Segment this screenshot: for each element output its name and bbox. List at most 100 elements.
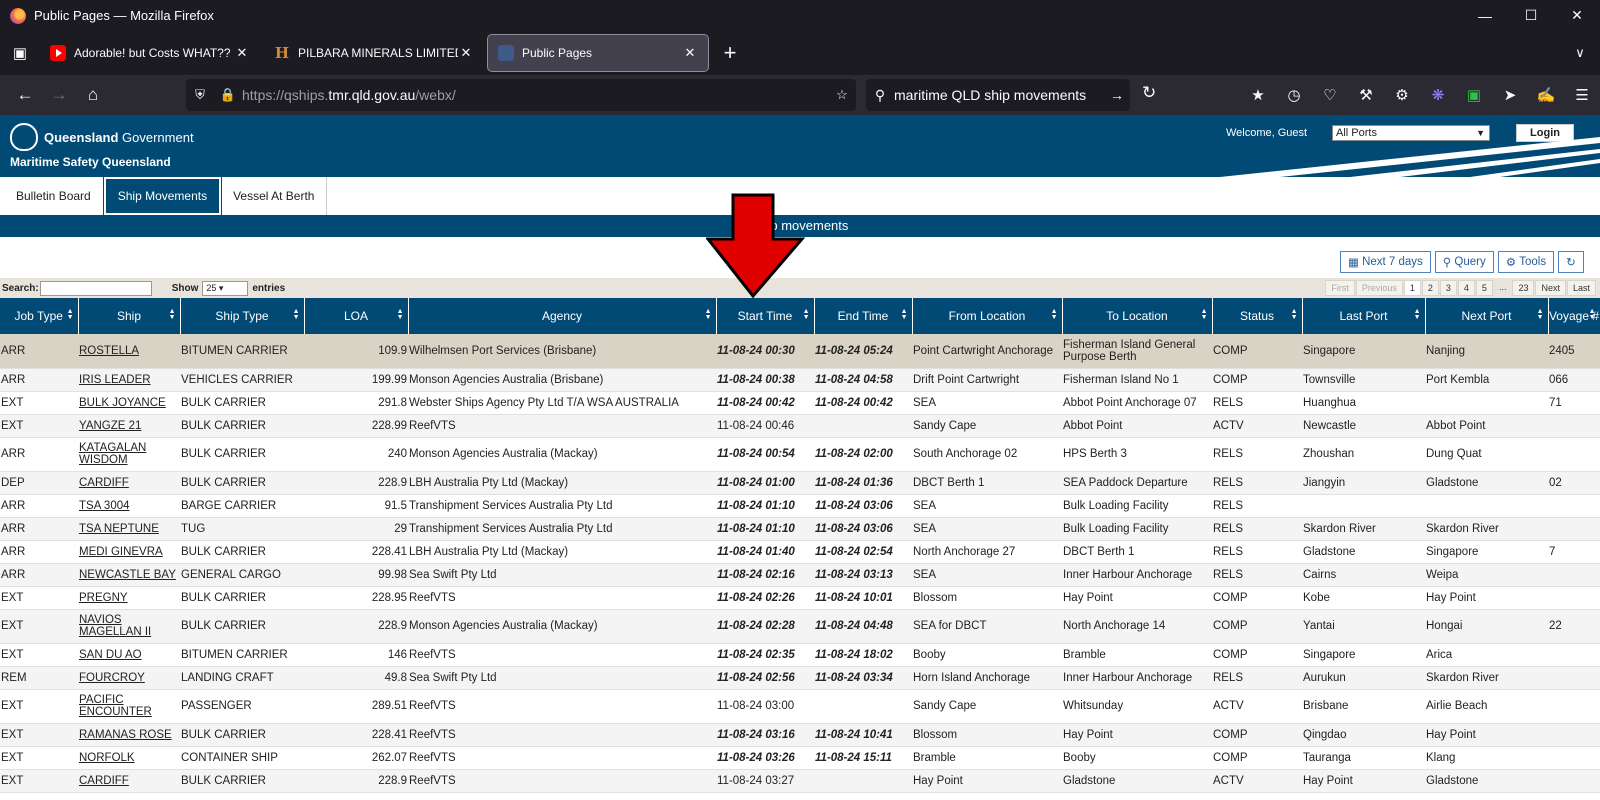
table-row[interactable]: EXT NORFOLK CONTAINER SHIP 262.07 ReefVTS 11-… bbox=[0, 746, 1600, 770]
column-header[interactable]: Ship Type ▲ ▼ bbox=[180, 298, 305, 334]
ship-link[interactable]: NEWCASTLE BAY bbox=[79, 569, 176, 581]
table-row[interactable]: EXT YANGZE 21 BULK CARRIER 228.99 ReefVTS 11-… bbox=[0, 414, 1600, 438]
browser-tab-youtube[interactable]: Adorable! but Costs WHAT?? // ✕ bbox=[40, 35, 260, 71]
page-next[interactable]: Next bbox=[1535, 280, 1566, 296]
column-header[interactable]: From Location ▲ ▼ bbox=[912, 298, 1063, 334]
page-last[interactable]: Last bbox=[1566, 280, 1596, 296]
table-row[interactable]: ARR IRIS LEADER VEHICLES CARRIER 199.99 Mons… bbox=[0, 368, 1600, 392]
column-header[interactable]: Start Time ▲ ▼ bbox=[716, 298, 815, 334]
ship-link[interactable]: MEDI GINEVRA bbox=[79, 546, 163, 558]
table-row[interactable]: ARR KATAGALAN WISDOM BULK CARRIER 240 Monson… bbox=[0, 437, 1600, 472]
sort-icon[interactable]: ▲ ▼ bbox=[901, 308, 908, 321]
sort-icon[interactable]: ▲ ▼ bbox=[293, 308, 300, 321]
table-row[interactable]: ARR TSA NEPTUNE TUG 29 Transhipment Services… bbox=[0, 517, 1600, 541]
extension-purple-icon[interactable]: ❋ bbox=[1420, 81, 1456, 109]
ship-link[interactable]: CARDIFF bbox=[79, 775, 129, 787]
browser-tab-public-pages[interactable]: Public Pages ✕ bbox=[487, 34, 709, 72]
refresh-button[interactable]: ↻ bbox=[1558, 251, 1584, 273]
column-header[interactable]: Ship ▲ ▼ bbox=[78, 298, 181, 334]
ship-link[interactable]: YANGZE 21 bbox=[79, 420, 141, 432]
tab-bulletin-board[interactable]: Bulletin Board bbox=[4, 177, 104, 215]
table-row[interactable]: DEP CARDIFF BULK CARRIER 228.9 LBH Australia… bbox=[0, 471, 1600, 495]
bookmark-star-icon[interactable]: ☆ bbox=[828, 87, 856, 103]
tab-close-icon[interactable]: ✕ bbox=[234, 45, 250, 61]
tools-button[interactable]: ⚙ Tools bbox=[1497, 251, 1555, 273]
ship-link[interactable]: IRIS LEADER bbox=[79, 374, 151, 386]
extension-green-icon[interactable]: ▣ bbox=[1456, 81, 1492, 109]
column-header[interactable]: Next Port ▲ ▼ bbox=[1425, 298, 1549, 334]
ship-link[interactable]: PREGNY bbox=[79, 592, 128, 604]
home-icon[interactable]: ⌂ bbox=[76, 85, 110, 105]
sort-icon[interactable]: ▲ ▼ bbox=[67, 308, 74, 321]
column-header[interactable]: Last Port ▲ ▼ bbox=[1302, 298, 1426, 334]
table-row[interactable]: ARR ROSTELLA BITUMEN CARRIER 109.9 Wilhelmse… bbox=[0, 334, 1600, 369]
tab-ship-movements[interactable]: Ship Movements bbox=[102, 176, 223, 216]
page-1[interactable]: 1 bbox=[1403, 280, 1421, 296]
qld-government-logo[interactable]: Queensland Government bbox=[10, 123, 194, 151]
entries-select[interactable]: 25 ▾ bbox=[202, 280, 249, 296]
table-row[interactable]: EXT CARDIFF BULK CARRIER 228.9 ReefVTS 11-08-… bbox=[0, 769, 1600, 793]
column-header[interactable]: LOA ▲ ▼ bbox=[304, 298, 409, 334]
bookmarks-icon[interactable]: ★ bbox=[1240, 81, 1276, 109]
tab-vessel-at-berth[interactable]: Vessel At Berth bbox=[221, 177, 328, 215]
tab-close-icon[interactable]: ✕ bbox=[458, 45, 474, 61]
pocket-icon[interactable]: ♡ bbox=[1312, 81, 1348, 109]
minimize-icon[interactable]: — bbox=[1462, 0, 1508, 31]
close-window-icon[interactable]: ✕ bbox=[1554, 0, 1600, 31]
next-7-days-button[interactable]: ▦ Next 7 days bbox=[1340, 251, 1431, 273]
page-first[interactable]: First bbox=[1325, 280, 1355, 296]
ship-link[interactable]: ROSTELLA bbox=[79, 345, 139, 357]
wrench-icon[interactable]: ⚒ bbox=[1348, 81, 1384, 109]
page-4[interactable]: 4 bbox=[1457, 280, 1475, 296]
ship-link[interactable]: RAMANAS ROSE bbox=[79, 729, 172, 741]
column-header[interactable]: Agency ▲ ▼ bbox=[408, 298, 717, 334]
list-tabs-chevron-icon[interactable]: ∨ bbox=[1560, 45, 1600, 61]
history-icon[interactable]: ◷ bbox=[1276, 81, 1312, 109]
maximize-icon[interactable]: ☐ bbox=[1508, 0, 1554, 31]
search-bar[interactable]: ⚲ maritime QLD ship movements → bbox=[866, 79, 1130, 111]
column-header[interactable]: Job Type ▲ ▼ bbox=[0, 298, 79, 334]
ship-link[interactable]: CARDIFF bbox=[79, 477, 129, 489]
table-row[interactable]: ARR TSA 3004 BARGE CARRIER 91.5 Transhipment… bbox=[0, 494, 1600, 518]
ship-link[interactable]: KATAGALAN WISDOM bbox=[79, 442, 146, 466]
ship-link[interactable]: NAVIOS MAGELLAN II bbox=[79, 614, 151, 638]
sort-icon[interactable]: ▲ ▼ bbox=[1291, 308, 1298, 321]
shield-icon[interactable]: ⛨ bbox=[186, 87, 214, 103]
table-row[interactable]: EXT PACIFIC ENCOUNTER PASSENGER 289.51 ReefV… bbox=[0, 689, 1600, 724]
extensions-puzzle-icon[interactable]: ✍ bbox=[1528, 81, 1564, 109]
ship-link[interactable]: FOURCROY bbox=[79, 672, 145, 684]
lock-icon[interactable]: 🔒 bbox=[214, 87, 242, 103]
url-text[interactable]: https://qships.tmr.qld.gov.au/webx/ bbox=[242, 87, 828, 103]
table-row[interactable]: EXT BULK JOYANCE BULK CARRIER 291.8 Webster … bbox=[0, 391, 1600, 415]
sort-icon[interactable]: ▲ ▼ bbox=[1537, 308, 1544, 321]
sort-icon[interactable]: ▲ ▼ bbox=[169, 308, 176, 321]
sort-icon[interactable]: ▲ ▼ bbox=[803, 308, 810, 321]
url-bar[interactable]: ⛨ 🔒 https://qships.tmr.qld.gov.au/webx/ … bbox=[186, 79, 856, 111]
tab-overview-icon[interactable]: ▣ bbox=[0, 44, 40, 62]
table-row[interactable]: REM FOURCROY LANDING CRAFT 49.8 Sea Swift Pt… bbox=[0, 666, 1600, 690]
column-header[interactable]: Status ▲ ▼ bbox=[1212, 298, 1303, 334]
page-23[interactable]: 23 bbox=[1512, 280, 1535, 296]
table-row[interactable]: EXT NAVIOS MAGELLAN II BULK CARRIER 228.9 Mo… bbox=[0, 609, 1600, 644]
column-header[interactable]: Voyage # ▲ ▼ bbox=[1548, 298, 1600, 334]
column-header[interactable]: To Location ▲ ▼ bbox=[1062, 298, 1213, 334]
page-5[interactable]: 5 bbox=[1475, 280, 1493, 296]
ship-link[interactable]: SAN DU AO bbox=[79, 649, 142, 661]
page-2[interactable]: 2 bbox=[1421, 280, 1439, 296]
table-row[interactable]: EXT RAMANAS ROSE BULK CARRIER 228.41 ReefVTS… bbox=[0, 723, 1600, 747]
search-go-icon[interactable]: → bbox=[1104, 87, 1130, 103]
table-row[interactable]: EXT PREGNY BULK CARRIER 228.95 ReefVTS 11-08-… bbox=[0, 586, 1600, 610]
sort-icon[interactable]: ▲ ▼ bbox=[705, 308, 712, 321]
sort-icon[interactable]: ▲ ▼ bbox=[1414, 308, 1421, 321]
query-button[interactable]: ⚲ Query bbox=[1434, 251, 1494, 273]
app-menu-icon[interactable]: ☰ bbox=[1564, 81, 1600, 109]
table-search-input[interactable] bbox=[39, 280, 152, 296]
sort-icon[interactable]: ▲ ▼ bbox=[1051, 308, 1058, 321]
page-3[interactable]: 3 bbox=[1439, 280, 1457, 296]
sort-icon[interactable]: ▲ ▼ bbox=[1201, 308, 1208, 321]
column-header[interactable]: End Time ▲ ▼ bbox=[814, 298, 913, 334]
new-tab-icon[interactable]: + bbox=[712, 40, 748, 66]
ship-link[interactable]: TSA 3004 bbox=[79, 500, 130, 512]
search-text[interactable]: maritime QLD ship movements bbox=[894, 87, 1104, 103]
sort-icon[interactable]: ▲ ▼ bbox=[397, 308, 404, 321]
